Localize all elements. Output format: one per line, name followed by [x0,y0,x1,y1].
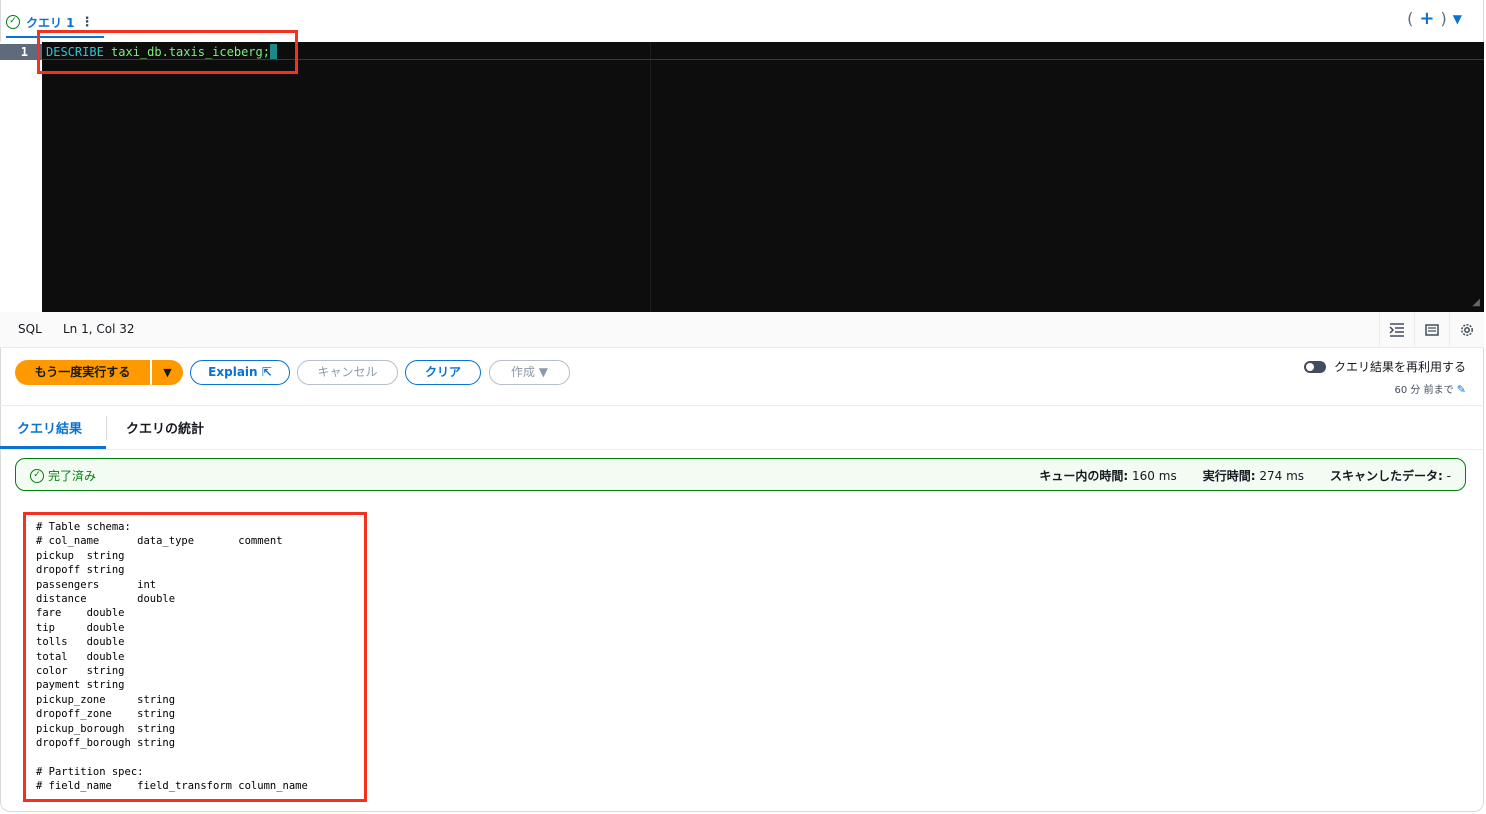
edit-pencil-icon[interactable]: ✎ [1457,383,1466,396]
editor-status-bar: SQL Ln 1, Col 32 [0,312,1484,348]
tab-menu-caret-icon[interactable]: ▼ [1453,12,1462,26]
active-tab-indicator [0,446,106,449]
tab-controls: ( + ) ▼ [1407,8,1462,29]
run-again-button[interactable]: もう一度実行する [15,360,150,385]
scanned-data-metric: スキャンしたデータ: - [1330,469,1451,483]
cancel-button[interactable]: キャンセル [297,360,398,385]
check-circle-icon: ✓ [6,15,20,29]
reuse-results-label: クエリ結果を再利用する [1333,360,1466,374]
keyboard-icon[interactable] [1414,312,1449,348]
tab-separator [106,416,107,440]
line-number: 1 [0,44,42,60]
exec-time-metric: 実行時間: 274 ms [1202,469,1305,483]
status-text: 完了済み [48,469,97,483]
reuse-results-control: クエリ結果を再利用する 60 分 前まで ✎ [1303,358,1466,396]
cursor-position: Ln 1, Col 32 [63,322,135,336]
language-indicator: SQL [18,322,42,336]
explain-button[interactable]: Explain ⇱ [190,360,290,385]
tab-label: クエリ 1 [26,15,75,30]
external-link-icon: ⇱ [261,365,272,379]
editor-gutter: 1 [0,42,42,312]
reuse-age-text: 60 分 前まで [1394,385,1454,396]
paren-open: ( [1407,9,1414,28]
query-metrics: キュー内の時間: 160 ms 実行時間: 274 ms スキャンしたデータ: … [1039,467,1451,484]
format-indent-icon[interactable] [1379,312,1414,348]
tab-query-results[interactable]: クエリ結果 [17,418,82,437]
highlight-box-query [37,30,298,74]
status-completed: ✓ 完了済み [30,467,96,484]
tab-query-stats[interactable]: クエリの統計 [126,418,204,437]
explain-label: Explain [208,365,258,379]
status-bar-icons [1379,312,1484,348]
more-options-icon[interactable]: ⋮ [81,15,94,30]
paren-close: ) [1440,9,1447,28]
caret-down-icon: ▼ [538,365,549,379]
settings-gear-icon[interactable] [1449,312,1484,348]
sql-editor[interactable]: 1 DESCRIBE taxi_db.taxis_iceberg; ◢ [0,42,1484,312]
queue-time-metric: キュー内の時間: 160 ms [1039,469,1177,483]
check-circle-icon: ✓ [30,468,44,483]
resize-handle-icon[interactable]: ◢ [1472,297,1480,308]
create-button[interactable]: 作成 ▼ [489,360,570,385]
clear-button[interactable]: クリア [405,360,481,385]
add-tab-button[interactable]: + [1419,8,1434,29]
highlight-box-output [23,512,367,802]
reuse-results-toggle[interactable] [1303,360,1326,373]
result-tabs: クエリ結果 クエリの統計 [0,406,1484,450]
create-label: 作成 [510,365,535,379]
print-margin-guide [650,42,651,312]
completion-status-banner: ✓ 完了済み キュー内の時間: 160 ms 実行時間: 274 ms スキャン… [15,458,1466,491]
query-actions-row: もう一度実行する ▼ Explain ⇱ キャンセル クリア 作成 ▼ クエリ結… [0,348,1484,406]
run-options-dropdown-icon[interactable]: ▼ [152,360,183,385]
